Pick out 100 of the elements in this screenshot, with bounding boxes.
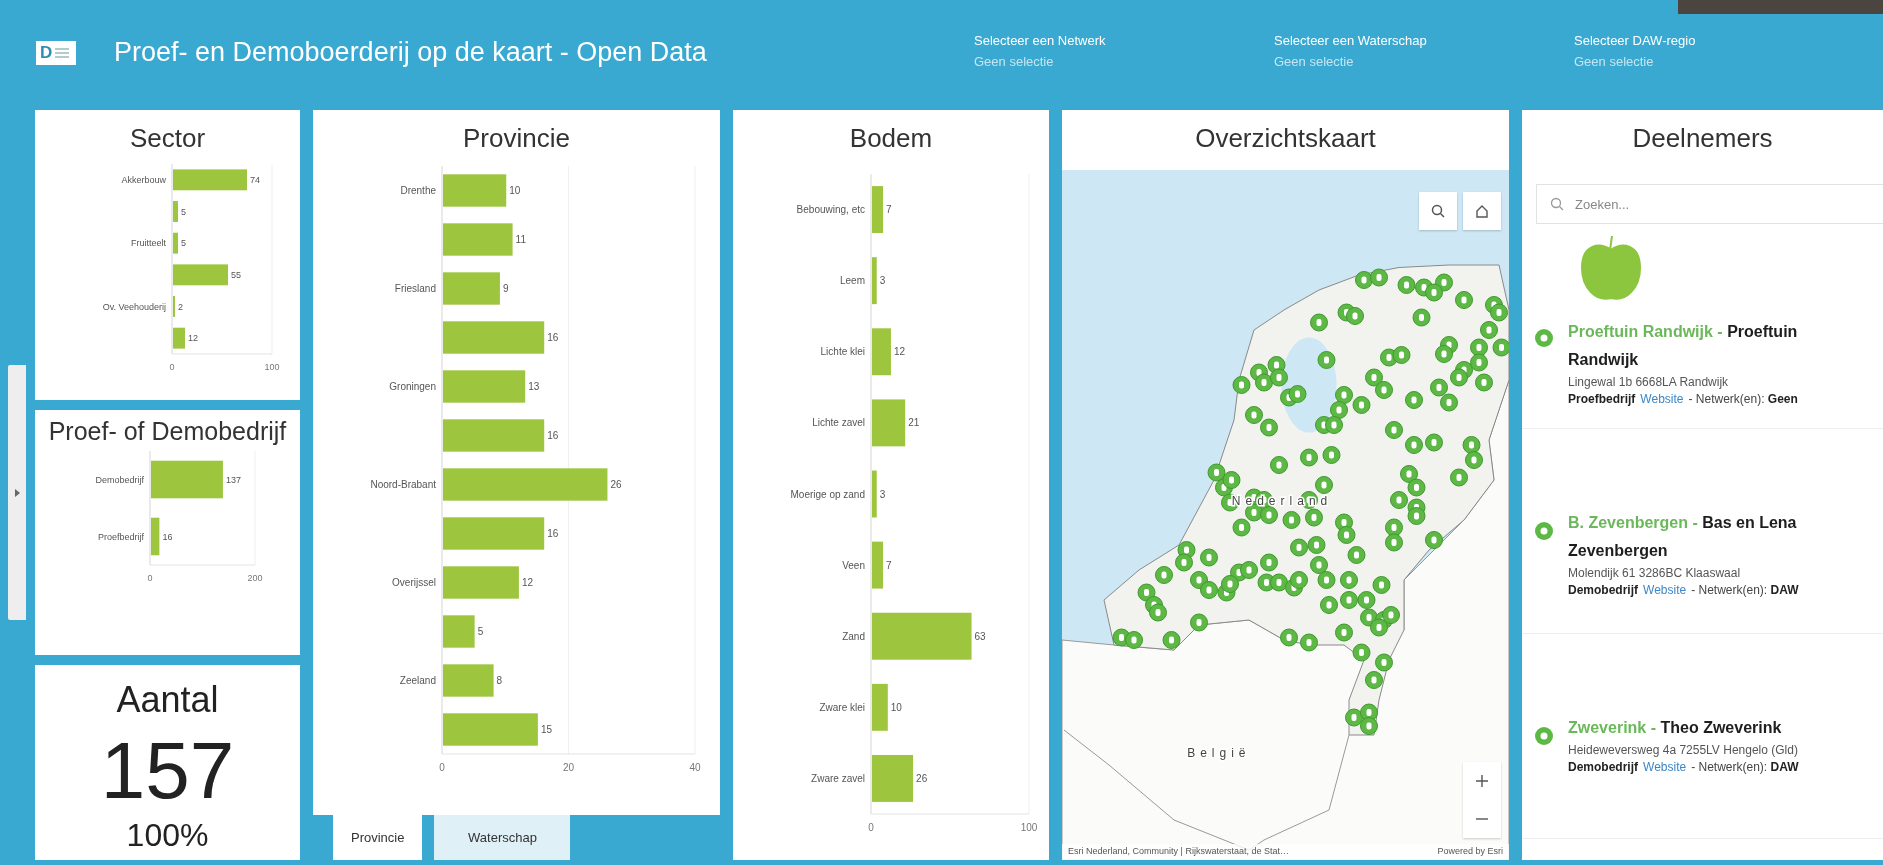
tick-label: 200 [247,573,263,583]
category-label: Friesland [394,283,436,294]
participant-title[interactable]: B. Zevenbergen - Bas en Lena Zevenbergen [1568,509,1830,565]
category-label: Bebouwing, etc [796,204,865,216]
value-label: 16 [162,531,173,542]
value-label: 55 [231,270,241,280]
value-label: 9 [502,283,509,294]
value-label: 7 [886,204,892,216]
category-label: Ov. Veehouderij [102,301,166,312]
bar [872,683,888,731]
website-link[interactable]: Website [1640,391,1684,408]
panel-title: Proef- of Demobedrijf [47,416,288,445]
logo: D [36,40,76,65]
location-marker-icon [1534,328,1554,348]
value-label: 3 [879,488,886,500]
category-label: Proefbedrijf [97,531,144,542]
category-label: Demobedrijf [95,474,144,485]
participant-type: Demobedrijf [1568,582,1638,599]
value-label: 7 [886,559,892,571]
category-label: Groningen [389,381,436,392]
category-label: Zware zavel [811,772,865,784]
panel-title: Bodem [848,122,934,154]
bar [872,186,884,233]
panel-title: Aantal [116,679,219,721]
bar [173,232,178,254]
network-info: - Netwerk(en): Geen [1688,391,1798,408]
category-label: Lichte klei [820,346,865,358]
tab[interactable]: Provincie [333,815,423,860]
value-label: 16 [547,332,559,343]
collapse-handle[interactable] [8,365,26,620]
tick-label: 0 [147,573,153,583]
tick-label: 40 [689,762,701,773]
search-field[interactable]: Zoeken... [1536,184,1883,224]
value-label: 12 [893,346,906,358]
bar [872,399,906,447]
caret-icon [14,488,20,497]
tick-label: 100 [1020,822,1038,833]
bar [443,272,500,305]
website-link[interactable]: Website [1643,582,1687,599]
value-label: 26 [916,772,928,784]
tick-label: 20 [562,762,575,773]
bar [173,264,228,286]
value-label: 137 [225,474,241,485]
bar [872,470,877,518]
panel-title: Overzichtskaart [1194,122,1377,155]
bar [872,257,877,305]
category-label: Veen [842,559,865,571]
website-link[interactable]: Website [1643,759,1687,776]
value-label: 12 [188,333,198,344]
participant-type: Proefbedrijf [1568,391,1636,408]
value-label: 5 [181,238,186,249]
bar [443,223,513,256]
tick-label: 0 [169,362,175,372]
app-title: Proef- en Demoboerderij op de kaart - Open Data [114,37,707,68]
category-label: Akkerbouw [121,175,166,185]
location-marker-icon [1534,521,1554,541]
map-attribution: Esri Nederland, Community | Rijkswaterstaat, de Stat… [1068,846,1289,858]
value-label: 5 [477,626,484,637]
value-label: 10 [509,185,521,196]
value-label: 74 [250,175,260,185]
bar [443,174,507,207]
category-label: Zand [842,630,865,642]
bar [173,327,185,349]
bar [443,615,475,648]
participant-address: Molendijk 61 3286BC Klaaswaal [1568,565,1742,582]
place-label: België [1187,745,1251,760]
home-icon [1475,204,1489,218]
value-label: 21 [908,417,920,429]
home-button[interactable] [1463,192,1501,230]
tick-label: 100 [264,362,280,372]
plus-icon [1476,775,1488,787]
count-value: 157 [100,729,235,813]
search-icon [1550,197,1564,211]
category-label: Moerige op zand [790,488,865,500]
bar [443,664,494,697]
panel-title: Provincie [462,122,571,154]
category-label: Drenthe [400,185,436,196]
value-label: 10 [890,701,902,713]
participant-title[interactable]: Zweverink - Theo Zweverink [1568,714,1830,742]
participant-address: Lingewal 1b 6668LA Randwijk [1568,374,1730,391]
location-marker-icon [1534,726,1554,746]
search-button[interactable] [1419,192,1457,230]
category-label: Overijssel [392,577,436,588]
value-label: 12 [521,577,534,588]
category-label: Leem [840,275,865,287]
value-label: 63 [974,630,986,642]
value-label: 8 [496,675,503,686]
network-info: - Netwerk(en): DAW [1691,759,1799,776]
category-label: Noord-Brabant [370,479,436,490]
tick-label: 0 [439,762,445,773]
panel-title: Sector [128,122,207,154]
value-label: 3 [879,275,886,287]
value-label: 15 [540,724,552,735]
value-label: 5 [181,206,186,217]
bar [173,201,178,222]
search-icon [1431,204,1445,218]
value-label: 2 [178,301,183,312]
tick-label: 0 [868,822,874,833]
category-label: Lichte zavel [812,417,865,429]
participant-title[interactable]: Proeftuin Randwijk - Proeftuin Randwijk [1568,318,1830,374]
